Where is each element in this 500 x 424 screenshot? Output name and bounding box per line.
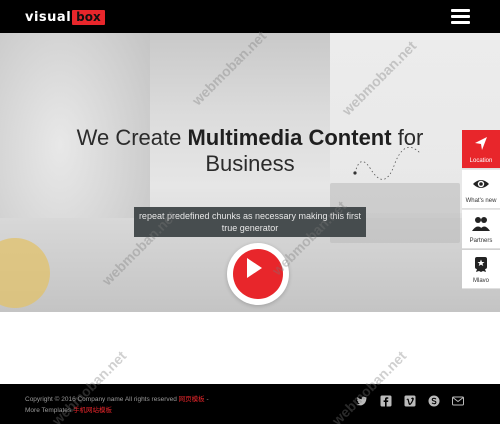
content-band	[0, 312, 500, 384]
footer: Copyright © 2016 Company name All rights…	[0, 384, 500, 424]
eye-icon	[473, 180, 489, 188]
skype-icon[interactable]	[428, 395, 440, 407]
side-nav: Location What's new Partners Mlavo	[462, 130, 500, 289]
hamburger-menu-icon[interactable]	[451, 9, 470, 25]
copyright-link[interactable]: 网页模板	[179, 396, 205, 403]
play-button[interactable]	[227, 243, 289, 305]
award-icon	[475, 257, 487, 272]
header: visual box	[0, 0, 500, 33]
mail-icon[interactable]	[452, 395, 464, 407]
facebook-icon[interactable]	[380, 395, 392, 407]
logo[interactable]: visual box	[25, 9, 105, 25]
vimeo-icon[interactable]	[404, 395, 416, 407]
side-nav-mlavo[interactable]: Mlavo	[462, 250, 500, 289]
side-nav-location[interactable]: Location	[462, 130, 500, 169]
hero-title-line2: Business	[205, 151, 295, 176]
twitter-icon[interactable]	[356, 395, 368, 407]
hero-title: We Create Multimedia Content for Busines…	[0, 125, 500, 177]
logo-text-box: box	[72, 9, 105, 25]
play-icon	[247, 258, 262, 278]
hero-caption: repeat predefined chunks as necessary ma…	[134, 207, 366, 237]
copyright-text: Copyright © 2016 Company name All rights…	[25, 396, 209, 414]
hero-title-bold: Multimedia Content	[187, 125, 392, 150]
location-arrow-icon	[475, 137, 487, 150]
more-templates-link[interactable]: 手机网站模板	[73, 407, 112, 414]
side-nav-whats-new[interactable]: What's new	[462, 170, 500, 209]
social-links	[356, 395, 464, 407]
side-nav-partners[interactable]: Partners	[462, 210, 500, 249]
logo-text-visual: visual	[25, 9, 72, 25]
users-icon	[472, 217, 490, 231]
